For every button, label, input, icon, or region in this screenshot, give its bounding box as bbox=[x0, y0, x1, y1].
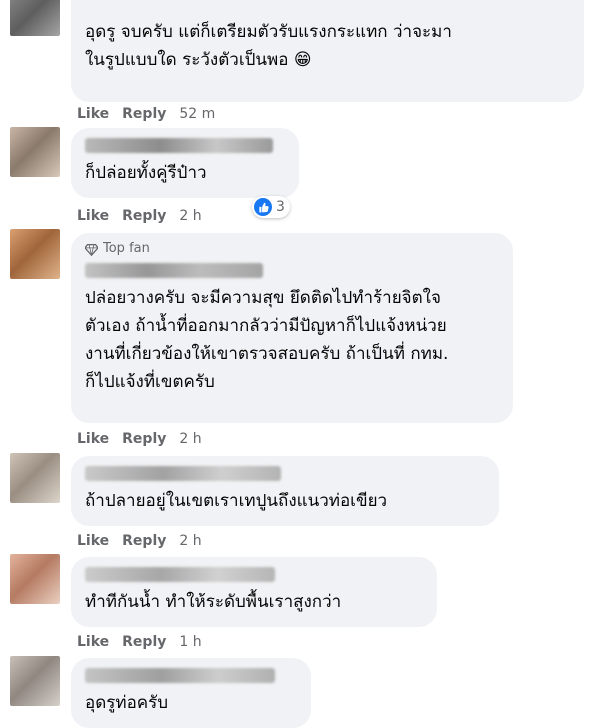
comment-bubble: อุดรูท่อครับ bbox=[71, 658, 311, 728]
timestamp[interactable]: 2 h bbox=[179, 533, 201, 549]
top-fan-badge: Top fan bbox=[85, 241, 499, 257]
comment-actions: Like Reply 52 m bbox=[77, 106, 215, 122]
like-button[interactable]: Like bbox=[77, 106, 109, 122]
like-button[interactable]: Like bbox=[77, 431, 109, 447]
comment-bubble: อุดรู จบครับ แต่ก็เตรียมตัวรับแรงกระแทก … bbox=[71, 0, 584, 102]
comment-bubble: ก็ปล่อยทั้งคู่รีป๋าว bbox=[71, 128, 299, 198]
avatar[interactable] bbox=[10, 656, 60, 706]
comment-bubble: ถ้าปลายอยู่ในเขตเราเทปูนถึงแนวท่อเขียว bbox=[71, 456, 499, 526]
author-name[interactable] bbox=[85, 263, 263, 278]
author-name[interactable] bbox=[85, 668, 275, 683]
author-name[interactable] bbox=[85, 466, 281, 481]
avatar[interactable] bbox=[10, 453, 60, 503]
author-name[interactable] bbox=[85, 567, 275, 582]
timestamp[interactable]: 2 h bbox=[179, 431, 201, 447]
like-button[interactable]: Like bbox=[77, 533, 109, 549]
avatar[interactable] bbox=[10, 127, 60, 177]
comment-actions: Like Reply 2 h bbox=[77, 431, 202, 447]
timestamp[interactable]: 52 m bbox=[179, 106, 215, 122]
comment-text: ปล่อยวางครับ จะมีความสุข ยึดติดไปทำร้ายจ… bbox=[85, 288, 449, 392]
timestamp[interactable]: 1 h bbox=[179, 634, 201, 650]
like-button[interactable]: Like bbox=[77, 208, 109, 224]
like-button[interactable]: Like bbox=[77, 634, 109, 650]
reaction-count: 3 bbox=[276, 199, 285, 215]
comment-text: ก็ปล่อยทั้งคู่รีป๋าว bbox=[85, 163, 207, 183]
reply-button[interactable]: Reply bbox=[122, 634, 166, 650]
comment-text: อุดรู จบครับ แต่ก็เตรียมตัวรับแรงกระแทก … bbox=[85, 22, 452, 70]
avatar[interactable] bbox=[10, 229, 60, 279]
comment-actions: Like Reply 2 h bbox=[77, 208, 202, 224]
comment-text: อุดรูท่อครับ bbox=[85, 693, 169, 713]
top-fan-label: Top fan bbox=[103, 241, 150, 256]
diamond-icon bbox=[85, 243, 98, 256]
comment-text: ถ้าปลายอยู่ในเขตเราเทปูนถึงแนวท่อเขียว bbox=[85, 491, 388, 511]
thumbs-up-icon bbox=[254, 198, 272, 216]
comment-actions: Like Reply 2 h bbox=[77, 533, 202, 549]
avatar[interactable] bbox=[10, 554, 60, 604]
reaction-summary[interactable]: 3 bbox=[252, 196, 290, 218]
comment-bubble: Top fan ปล่อยวางครับ จะมีความสุข ยึดติดไ… bbox=[71, 233, 513, 423]
comment-text: ทำทีกันน้ำ ทำให้ระดับพื้นเราสูงกว่า bbox=[85, 592, 342, 612]
timestamp[interactable]: 2 h bbox=[179, 208, 201, 224]
reply-button[interactable]: Reply bbox=[122, 106, 166, 122]
comment-actions: Like Reply 1 h bbox=[77, 634, 202, 650]
reply-button[interactable]: Reply bbox=[122, 208, 166, 224]
comment-bubble: ทำทีกันน้ำ ทำให้ระดับพื้นเราสูงกว่า bbox=[71, 557, 437, 627]
reply-button[interactable]: Reply bbox=[122, 533, 166, 549]
author-name[interactable] bbox=[85, 138, 273, 153]
reply-button[interactable]: Reply bbox=[122, 431, 166, 447]
avatar[interactable] bbox=[10, 0, 60, 36]
